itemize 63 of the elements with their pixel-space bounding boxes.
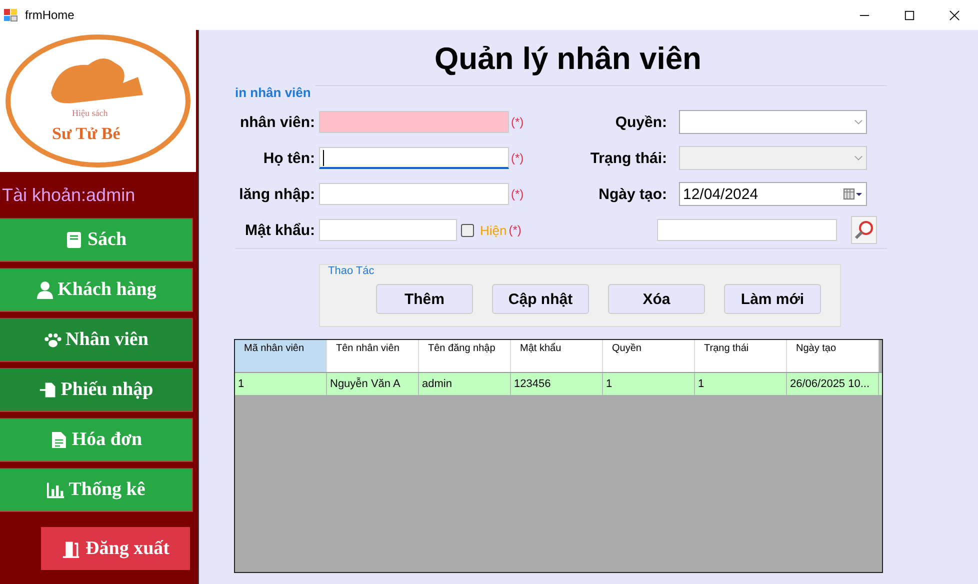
column-header[interactable]: Mã nhân viên bbox=[235, 340, 327, 372]
logo-text: Sư Tử Bé bbox=[52, 124, 120, 144]
field-label: Ngày tạo: bbox=[598, 186, 667, 202]
field-label: Trạng thái: bbox=[589, 150, 667, 166]
table-cell: 1 bbox=[695, 373, 787, 395]
field-label: Họ tên: bbox=[262, 150, 315, 166]
action-button[interactable]: Xóa bbox=[608, 284, 705, 314]
field-label: nhân viên: bbox=[238, 114, 315, 130]
close-icon[interactable] bbox=[949, 10, 960, 20]
table-cell: Nguyễn Văn A bbox=[327, 373, 419, 395]
password-field[interactable] bbox=[319, 219, 457, 241]
document-icon bbox=[50, 431, 68, 449]
logo-text: Hiệu sách bbox=[72, 108, 108, 118]
table-cell: 1 bbox=[235, 373, 327, 395]
group-title: in nhân viên bbox=[235, 84, 311, 100]
column-header[interactable]: Trạng thái bbox=[695, 340, 787, 372]
door-icon bbox=[62, 540, 80, 558]
search-button[interactable] bbox=[851, 216, 878, 244]
input-field[interactable] bbox=[319, 111, 509, 133]
column-header[interactable]: Ngày tạo bbox=[787, 340, 879, 372]
menu-button[interactable]: Phiếu nhập bbox=[0, 369, 192, 411]
field-label: Quyền: bbox=[614, 114, 667, 130]
action-button[interactable]: Cập nhật bbox=[492, 284, 589, 314]
search-field[interactable] bbox=[657, 219, 838, 241]
checkbox-label: Hiện bbox=[480, 222, 507, 238]
search-icon bbox=[854, 220, 874, 240]
table-cell: 1 bbox=[603, 373, 695, 395]
required-mark: (*) bbox=[511, 187, 525, 201]
column-header[interactable]: Mật khẩu bbox=[511, 340, 603, 372]
input-field[interactable] bbox=[319, 147, 509, 169]
group-title: Thao Tác bbox=[328, 265, 374, 277]
table-cell: 123456 bbox=[511, 373, 603, 395]
bar-chart-icon bbox=[46, 481, 65, 499]
action-button[interactable]: Làm mới bbox=[724, 284, 821, 314]
calendar-icon bbox=[843, 188, 863, 200]
window-title: frmHome bbox=[25, 8, 74, 22]
paw-icon bbox=[44, 331, 62, 349]
app-icon bbox=[3, 7, 19, 23]
maximize-icon[interactable] bbox=[904, 10, 915, 20]
chevron-icon bbox=[854, 155, 863, 161]
checkbox[interactable] bbox=[461, 224, 474, 236]
column-header[interactable]: Tên đăng nhập bbox=[419, 340, 511, 372]
book-icon bbox=[65, 231, 84, 249]
required-mark: (*) bbox=[508, 223, 522, 237]
logout-button[interactable]: Đăng xuất bbox=[41, 527, 190, 570]
field-label: lăng nhập: bbox=[238, 186, 315, 202]
user-icon bbox=[36, 281, 54, 299]
input-field[interactable] bbox=[319, 183, 509, 205]
table-cell: 26/06/2025 10... bbox=[787, 373, 879, 395]
account-label: Tài khoản:admin bbox=[1, 184, 136, 207]
file-import-icon bbox=[38, 381, 57, 399]
chevron-icon bbox=[854, 119, 863, 125]
page-title: Quản lý nhân viên bbox=[434, 40, 702, 78]
field-label: Mật khẩu: bbox=[244, 222, 315, 238]
menu-button[interactable]: Nhân viên bbox=[0, 319, 192, 361]
required-mark: (*) bbox=[511, 151, 525, 165]
column-header[interactable]: Quyền bbox=[603, 340, 695, 372]
required-mark: (*) bbox=[511, 115, 525, 129]
column-header[interactable]: Tên nhân viên bbox=[327, 340, 419, 372]
action-button[interactable]: Thêm bbox=[376, 284, 473, 314]
table-row[interactable]: 1 Nguyễn Văn A admin 123456 1 1 26/06/2025 10... bbox=[235, 372, 882, 395]
date-picker[interactable]: 12/04/2024 bbox=[679, 182, 867, 206]
table-cell: admin bbox=[419, 373, 511, 395]
